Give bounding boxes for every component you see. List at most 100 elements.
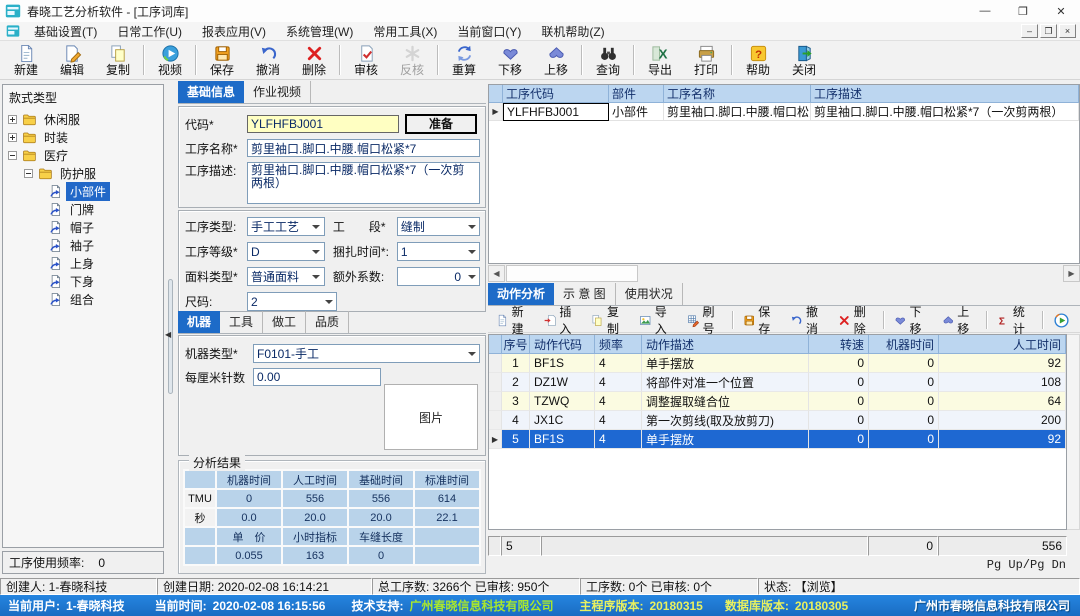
- action-play-button[interactable]: [1047, 309, 1076, 331]
- size-select[interactable]: 2: [247, 292, 337, 311]
- save-button[interactable]: 保存: [199, 42, 245, 79]
- action-delete-button[interactable]: 删除: [832, 309, 880, 331]
- code-input[interactable]: [247, 115, 399, 133]
- action-row-selected[interactable]: 5BF1S4单手摆放0092: [489, 430, 1066, 449]
- menu-basic-settings[interactable]: 基础设置(T): [24, 22, 107, 40]
- export-button[interactable]: 导出: [637, 42, 683, 79]
- audit-button[interactable]: 审核: [343, 42, 389, 79]
- minimize-button[interactable]: —: [966, 0, 1004, 22]
- action-insert-button[interactable]: 插入: [538, 309, 586, 331]
- tree-item[interactable]: 医疗: [8, 146, 163, 164]
- tree-item[interactable]: 组合: [8, 290, 163, 308]
- delete-button[interactable]: 删除: [291, 42, 337, 79]
- action-move-down-button[interactable]: 下移: [888, 309, 936, 331]
- menu-daily-work[interactable]: 日常工作(U): [107, 22, 192, 40]
- stitches-per-cm-input[interactable]: [253, 368, 381, 386]
- mdi-minimize-button[interactable]: –: [1021, 24, 1038, 38]
- menu-reports[interactable]: 报表应用(V): [192, 22, 276, 40]
- col-machine-time[interactable]: 机器时间: [869, 335, 939, 354]
- help-button[interactable]: 帮助: [735, 42, 781, 79]
- action-import-button[interactable]: 导入: [633, 309, 681, 331]
- tree-item[interactable]: 门牌: [8, 200, 163, 218]
- tab-diagram[interactable]: 示 意 图: [554, 283, 616, 305]
- ready-button[interactable]: 准备: [405, 114, 477, 134]
- col-process-code[interactable]: 工序代码: [503, 85, 609, 103]
- fabric-type-select[interactable]: 普通面料: [247, 267, 325, 286]
- expander-plus-icon[interactable]: [8, 133, 17, 142]
- close-button[interactable]: ✕: [1042, 0, 1080, 22]
- tree-item[interactable]: 下身: [8, 272, 163, 290]
- col-component[interactable]: 部件: [609, 85, 664, 103]
- menu-current-window[interactable]: 当前窗口(Y): [447, 22, 531, 40]
- expander-minus-icon[interactable]: [8, 151, 17, 160]
- collapse-left-icon[interactable]: ◀: [165, 330, 171, 339]
- menu-online-help[interactable]: 联机帮助(Z): [531, 22, 614, 40]
- col-process-desc[interactable]: 工序描述: [811, 85, 1079, 103]
- action-renumber-button[interactable]: 刷号: [681, 309, 729, 331]
- tab-usage-status[interactable]: 使用状况: [616, 283, 683, 305]
- move-down-button[interactable]: 下移: [487, 42, 533, 79]
- cell-process-desc[interactable]: 剪里袖口.脚口.中腰.帽口松紧*7（一次剪两根）: [811, 103, 1079, 121]
- tree-item[interactable]: 时装: [8, 128, 163, 146]
- col-action-code[interactable]: 动作代码: [530, 335, 595, 354]
- cell-process-name[interactable]: 剪里袖口.脚口.中腰.帽口松紧*7: [664, 103, 811, 121]
- col-process-name[interactable]: 工序名称: [664, 85, 811, 103]
- mdi-close-button[interactable]: ×: [1059, 24, 1076, 38]
- tab-basic-info[interactable]: 基础信息: [178, 81, 244, 103]
- extra-factor-select[interactable]: 0: [397, 267, 480, 286]
- close-module-button[interactable]: 关闭: [781, 42, 827, 79]
- col-action-desc[interactable]: 动作描述: [642, 335, 809, 354]
- tab-action-analysis[interactable]: 动作分析: [488, 283, 554, 305]
- video-button[interactable]: 视频: [147, 42, 193, 79]
- action-row[interactable]: 3TZWQ4调整握取缝合位0064: [489, 392, 1066, 411]
- action-save-button[interactable]: 保存: [737, 309, 785, 331]
- query-button[interactable]: 查询: [585, 42, 631, 79]
- scroll-left-icon[interactable]: ◀: [488, 265, 505, 282]
- bundle-time-select[interactable]: 1: [397, 242, 480, 261]
- process-name-input[interactable]: [247, 139, 480, 157]
- process-level-select[interactable]: D: [247, 242, 325, 261]
- scroll-right-icon[interactable]: ▶: [1063, 265, 1080, 282]
- process-type-select[interactable]: 手工工艺: [247, 217, 325, 236]
- menu-system-management[interactable]: 系统管理(W): [276, 22, 363, 40]
- horizontal-scrollbar[interactable]: ◀ ▶: [488, 265, 1080, 282]
- panel-splitter[interactable]: ◀: [165, 84, 177, 574]
- tree-item[interactable]: 帽子: [8, 218, 163, 236]
- tree-item[interactable]: 上身: [8, 254, 163, 272]
- action-row[interactable]: 1BF1S4单手摆放0092: [489, 354, 1066, 373]
- machine-type-select[interactable]: F0101-手工: [253, 344, 480, 363]
- expander-plus-icon[interactable]: [8, 115, 17, 124]
- col-speed[interactable]: 转速: [809, 335, 869, 354]
- tree-item[interactable]: 防护服: [8, 164, 163, 182]
- action-copy-button[interactable]: 复制: [585, 309, 633, 331]
- new-button[interactable]: 新建: [3, 42, 49, 79]
- move-up-button[interactable]: 上移: [533, 42, 579, 79]
- edit-button[interactable]: 编辑: [49, 42, 95, 79]
- process-desc-input[interactable]: 剪里袖口.脚口.中腰.帽口松紧*7（一次剪两根）: [247, 162, 480, 204]
- expander-minus-icon[interactable]: [24, 169, 33, 178]
- action-row[interactable]: 4JX1C4第一次剪线(取及放剪刀)00200: [489, 411, 1066, 430]
- tree-item-selected[interactable]: 小部件: [8, 182, 163, 200]
- mdi-restore-button[interactable]: ❐: [1040, 24, 1057, 38]
- vertical-scrollbar[interactable]: [1067, 334, 1080, 530]
- recalculate-button[interactable]: 重算: [441, 42, 487, 79]
- stage-select[interactable]: 缝制: [397, 217, 480, 236]
- tree-item[interactable]: 休闲服: [8, 110, 163, 128]
- menu-common-tools[interactable]: 常用工具(X): [363, 22, 447, 40]
- col-frequency[interactable]: 频率: [595, 335, 642, 354]
- copy-button[interactable]: 复制: [95, 42, 141, 79]
- col-seq[interactable]: 序号: [502, 335, 530, 354]
- action-row[interactable]: 2DZ1W4将部件对准一个位置00108: [489, 373, 1066, 392]
- action-new-button[interactable]: 新建: [490, 309, 538, 331]
- tab-workmanship[interactable]: 做工: [263, 311, 306, 333]
- tab-operation-video[interactable]: 作业视频: [244, 81, 311, 103]
- cell-component[interactable]: 小部件: [609, 103, 664, 121]
- action-statistics-button[interactable]: 统计: [991, 309, 1039, 331]
- tree-item[interactable]: 袖子: [8, 236, 163, 254]
- col-labor-time[interactable]: 人工时间: [939, 335, 1066, 354]
- action-move-up-button[interactable]: 上移: [936, 309, 984, 331]
- tab-machine[interactable]: 机器: [178, 311, 220, 333]
- process-table-row[interactable]: YLFHFBJ001 小部件 剪里袖口.脚口.中腰.帽口松紧*7 剪里袖口.脚口…: [489, 103, 1079, 121]
- action-undo-button[interactable]: 撤消: [784, 309, 832, 331]
- tab-quality[interactable]: 品质: [306, 311, 349, 333]
